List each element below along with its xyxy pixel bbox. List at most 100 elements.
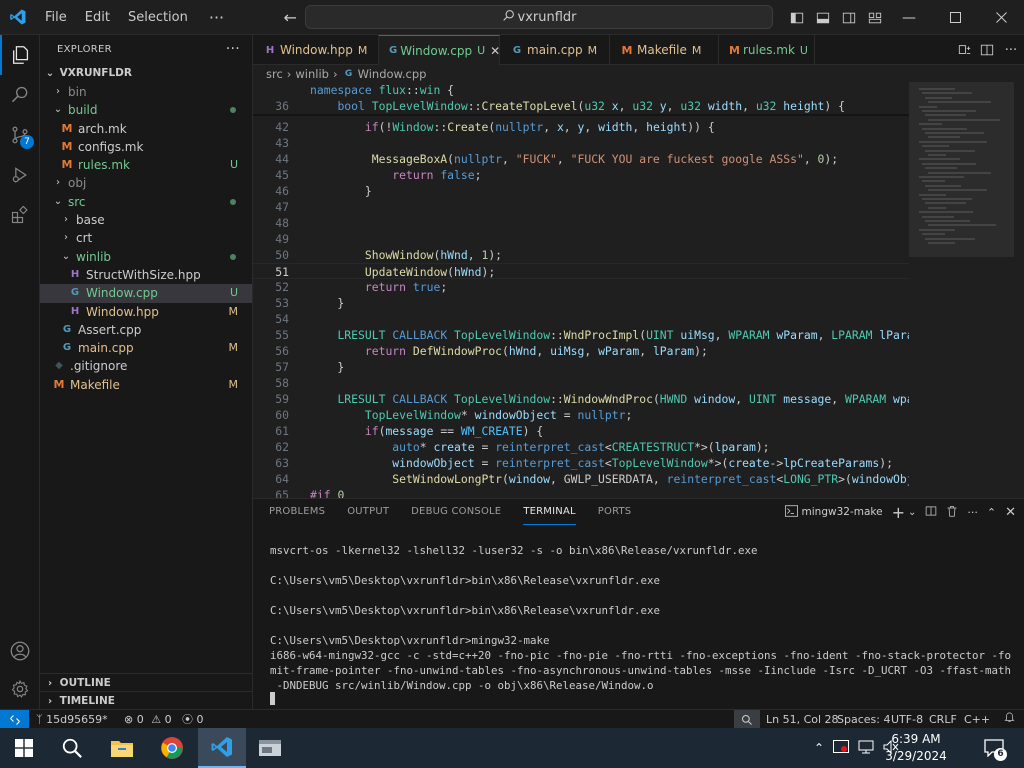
search-view-icon[interactable] <box>0 75 40 115</box>
kill-terminal-trash-icon[interactable] <box>946 505 958 520</box>
close-panel-icon[interactable]: ✕ <box>1005 505 1016 520</box>
minimap-line <box>919 105 937 108</box>
language-mode[interactable]: C++ <box>964 710 990 729</box>
breadcrumb-src[interactable]: src <box>266 67 283 81</box>
breadcrumb-file[interactable]: Window.cpp <box>358 67 427 81</box>
explorer-more-button[interactable]: ··· <box>226 41 240 57</box>
taskbar-search-icon[interactable] <box>48 728 96 768</box>
panel-tab-debug-console[interactable]: DEBUG CONSOLE <box>411 499 501 525</box>
maximize-panel-icon[interactable]: ⌃ <box>987 506 996 519</box>
line-number: 48 <box>275 216 289 230</box>
new-terminal-icon[interactable]: + <box>892 503 905 522</box>
ports-indicator[interactable]: ⦿ 0 <box>182 710 204 729</box>
tree-file[interactable]: H Window.hpp M <box>40 303 252 321</box>
run-debug-icon[interactable] <box>0 155 40 195</box>
accounts-icon[interactable] <box>0 631 40 671</box>
chrome-icon[interactable] <box>148 728 196 768</box>
tree-file[interactable]: Mrules.mk U <box>40 156 252 174</box>
vscode-taskbar-icon[interactable] <box>198 728 246 768</box>
minimap[interactable] <box>909 82 1024 498</box>
code-token: == <box>433 424 461 438</box>
remote-indicator-icon[interactable] <box>0 710 29 729</box>
manage-gear-icon[interactable] <box>0 669 40 709</box>
tree-file[interactable]: G Assert.cpp <box>40 321 252 339</box>
panel-tab-ports[interactable]: PORTS <box>598 499 632 525</box>
tree-folder[interactable]: ⌄ build <box>40 101 252 119</box>
tree-file[interactable]: G Window.cpp U <box>40 284 252 303</box>
code-editor[interactable]: namespace flux::win {36 bool TopLevelWin… <box>253 82 909 498</box>
panel-more-icon[interactable]: ··· <box>967 506 978 519</box>
tree-file[interactable]: Gmain.cpp M <box>40 339 252 357</box>
tree-file[interactable]: H StructWithSize.hpp <box>40 266 252 284</box>
menu-file[interactable]: File <box>36 0 76 35</box>
timeline-section[interactable]: › TIMELINE <box>40 691 253 709</box>
more-actions-icon[interactable]: ··· <box>998 43 1024 58</box>
toggle-panel-icon[interactable] <box>810 0 836 35</box>
explorer-icon[interactable] <box>0 35 40 75</box>
tree-folder[interactable]: ⌄ src <box>40 193 252 211</box>
git-branch[interactable]: ᛉ 15d95659* <box>36 710 108 729</box>
chevron-down-icon[interactable]: ⌄ <box>908 507 916 518</box>
menu-selection[interactable]: Selection <box>119 0 197 35</box>
end-of-line[interactable]: CRLF <box>929 710 957 729</box>
line-number: 57 <box>275 360 289 374</box>
editor-tab[interactable]: H Window.hpp M <box>253 35 379 65</box>
back-arrow-icon[interactable]: ← <box>276 8 304 27</box>
panel-tab-output[interactable]: OUTPUT <box>347 499 389 525</box>
problems-indicator[interactable]: ⊗ 0 ⚠ 0 <box>124 710 172 729</box>
encoding[interactable]: UTF-8 <box>891 710 923 729</box>
menu-edit[interactable]: Edit <box>76 0 119 35</box>
tree-file[interactable]: March.mk <box>40 120 252 138</box>
minimap-line <box>928 242 955 244</box>
panel-tab-terminal[interactable]: TERMINAL <box>523 499 576 525</box>
notifications-bell-icon[interactable] <box>1004 710 1015 729</box>
windows-start-icon[interactable] <box>0 728 48 768</box>
toggle-secondary-sidebar-icon[interactable] <box>836 0 862 35</box>
close-tab-icon[interactable]: ✕ <box>490 44 500 58</box>
editor-tab[interactable]: Gmain.cpp M <box>500 35 610 65</box>
tree-file[interactable]: M Makefile M <box>40 376 252 394</box>
taskbar-clock[interactable]: 6:39 AM 3/29/2024 <box>878 731 954 765</box>
file-explorer-icon[interactable] <box>98 728 146 768</box>
command-center-search[interactable]: vxrunfldr <box>305 5 773 29</box>
tree-folder[interactable]: › base <box>40 211 252 229</box>
tree-folder[interactable]: › obj <box>40 174 252 192</box>
editor-tab[interactable]: M Makefile M <box>610 35 719 65</box>
minimize-window-icon[interactable]: — <box>886 0 932 35</box>
cursor-position[interactable]: Ln 51, Col 28 <box>766 710 839 729</box>
panel-tab-problems[interactable]: PROBLEMS <box>269 499 325 525</box>
tree-folder[interactable]: ⌄ winlib <box>40 248 252 266</box>
editor-scrollbar[interactable] <box>1014 82 1024 498</box>
security-icon[interactable] <box>833 739 850 757</box>
network-icon[interactable] <box>858 740 874 757</box>
split-editor-icon[interactable] <box>976 43 998 57</box>
zoom-search-icon[interactable] <box>734 710 760 729</box>
editor-tab[interactable]: G Window.cpp U ✕ <box>379 35 500 65</box>
code-token: lparam <box>714 440 756 454</box>
close-window-icon[interactable] <box>978 0 1024 35</box>
customize-layout-icon[interactable] <box>862 0 888 35</box>
toggle-primary-sidebar-icon[interactable] <box>784 0 810 35</box>
tree-folder[interactable]: › crt <box>40 229 252 247</box>
notifications-icon[interactable]: 6 <box>972 728 1016 768</box>
split-terminal-icon[interactable] <box>925 505 937 520</box>
show-hidden-icons-icon[interactable]: ⌃ <box>814 741 824 755</box>
tree-file[interactable]: ◆ .gitignore <box>40 357 252 375</box>
indentation[interactable]: Spaces: 4 <box>837 710 890 729</box>
source-control-icon[interactable]: 7 <box>0 115 40 155</box>
outline-section[interactable]: › OUTLINE <box>40 673 253 691</box>
breadcrumb-winlib[interactable]: winlib <box>295 67 329 81</box>
workspace-folder[interactable]: ⌄ VXRUNFLDR <box>40 63 252 83</box>
extensions-icon[interactable] <box>0 195 40 235</box>
open-changes-icon[interactable] <box>954 43 976 57</box>
tree-file[interactable]: Mconfigs.mk <box>40 138 252 156</box>
tree-folder[interactable]: › bin <box>40 83 252 101</box>
terminal-selector[interactable]: mingw32-make <box>802 506 883 518</box>
sticky-scroll-line: namespace flux::win { <box>253 82 909 98</box>
menu-more-button[interactable]: ··· <box>197 8 236 27</box>
terminal-app-icon[interactable] <box>246 728 294 768</box>
editor-tab[interactable]: Mrules.mk U <box>719 35 815 65</box>
maximize-window-icon[interactable] <box>932 0 978 35</box>
